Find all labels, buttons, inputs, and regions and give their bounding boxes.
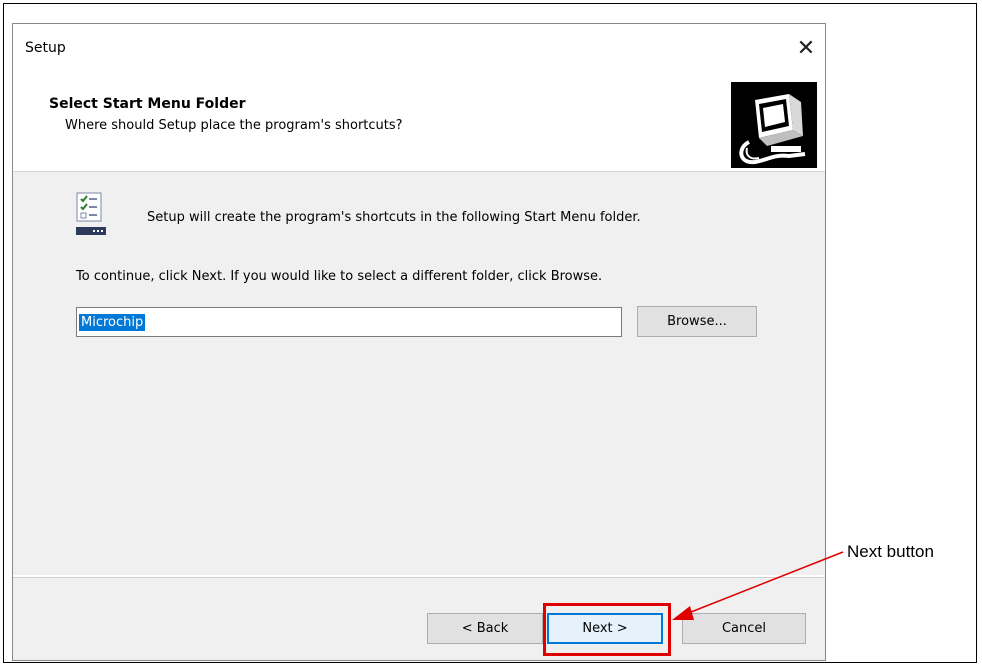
window-title: Setup <box>25 40 66 56</box>
wizard-footer: < Back Next > Cancel <box>13 578 825 660</box>
computer-setup-icon <box>731 82 817 168</box>
back-button[interactable]: < Back <box>427 613 543 644</box>
info-text: Setup will create the program's shortcut… <box>147 210 641 225</box>
cancel-button[interactable]: Cancel <box>682 613 806 644</box>
page-title: Select Start Menu Folder <box>49 96 246 112</box>
close-button[interactable]: ✕ <box>793 36 819 62</box>
wizard-content: Setup will create the program's shortcut… <box>13 172 825 575</box>
close-icon: ✕ <box>796 36 816 61</box>
wizard-header: Select Start Menu Folder Where should Se… <box>13 79 825 172</box>
instruction-text: To continue, click Next. If you would li… <box>76 269 603 284</box>
folder-name-value: Microchip <box>79 313 146 331</box>
browse-button[interactable]: Browse... <box>637 306 757 337</box>
folder-name-input[interactable]: Microchip <box>76 307 622 337</box>
start-menu-folder-icon <box>76 192 106 235</box>
page-subtitle: Where should Setup place the program's s… <box>65 118 403 133</box>
callout-label: Next button <box>847 542 934 561</box>
next-button[interactable]: Next > <box>547 613 663 644</box>
title-bar: Setup ✕ <box>13 24 825 79</box>
setup-window: Setup ✕ Select Start Menu Folder Where s… <box>12 23 826 661</box>
